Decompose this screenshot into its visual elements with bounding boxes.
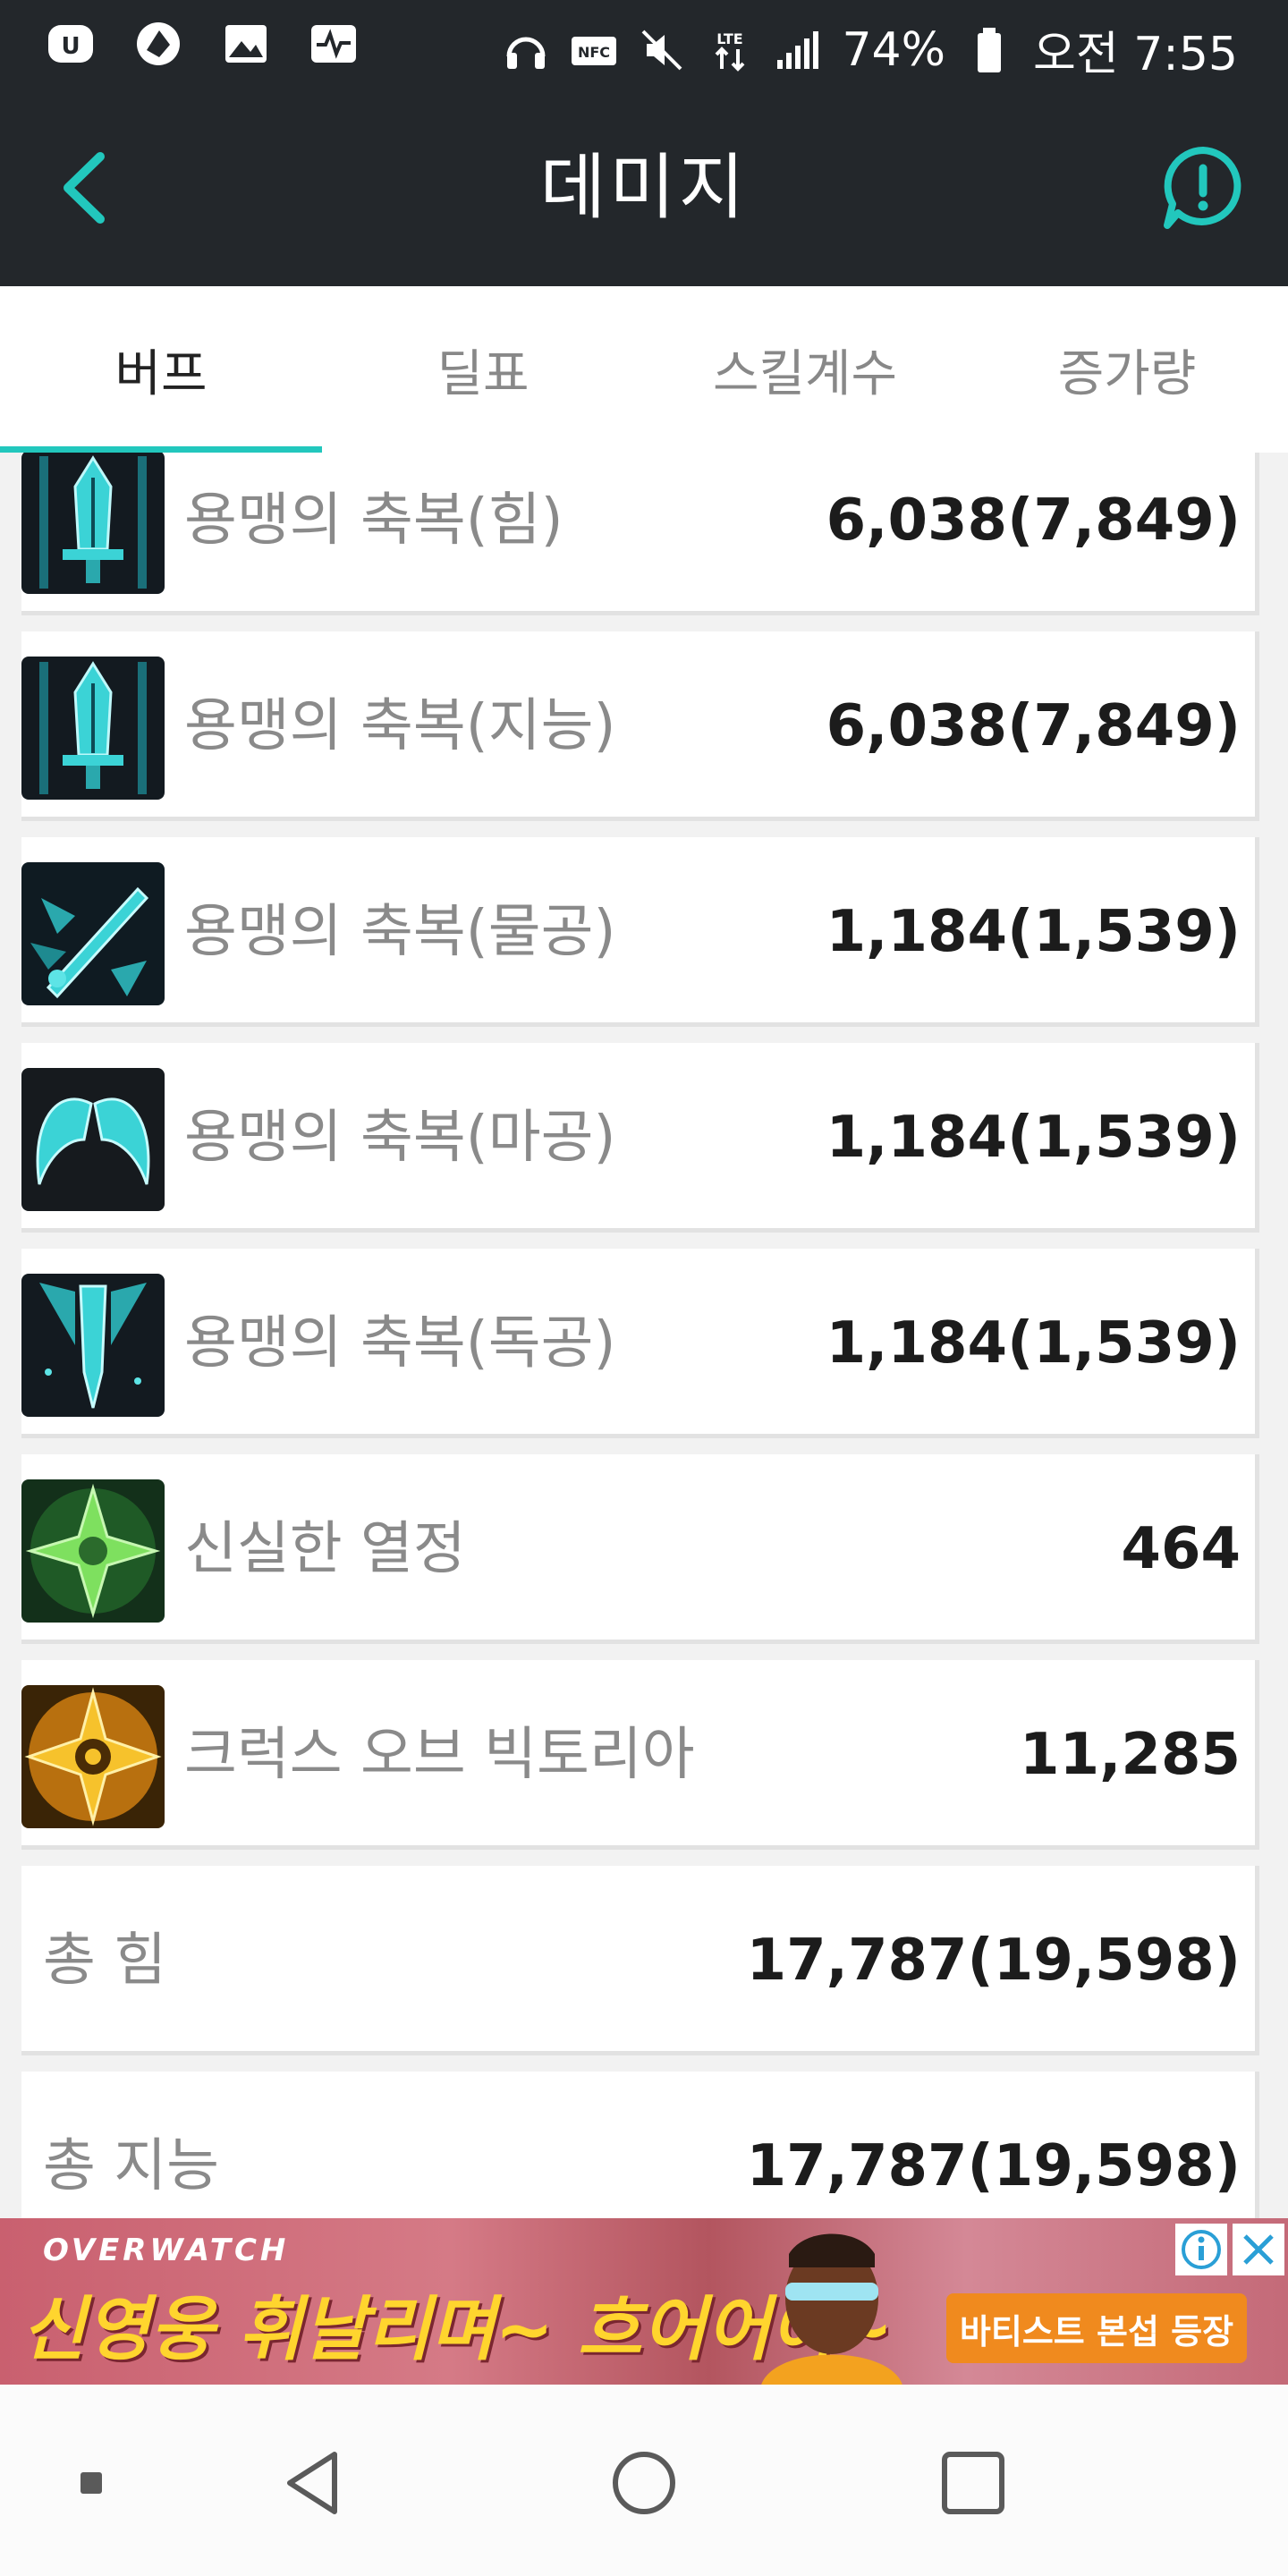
svg-text:LTE: LTE <box>717 30 743 47</box>
game-app-icon <box>132 18 184 70</box>
system-nav-bar <box>0 2385 1288 2576</box>
activity-icon <box>308 18 360 70</box>
buff-name: 용맹의 축복(마공) <box>184 1105 616 1171</box>
ad-close-icon[interactable] <box>1233 2224 1284 2275</box>
app-bar: 데미지 <box>0 89 1288 286</box>
svg-text:NFC: NFC <box>578 44 610 61</box>
status-right: NFC LTE 74% 오전 7:55 <box>502 16 1238 83</box>
status-time: 오전 7:55 <box>1033 28 1238 81</box>
total-value: 17,787(19,598) <box>746 2133 1241 2199</box>
back-triangle-icon[interactable] <box>270 2438 360 2528</box>
buff-row: 용맹의 축복(마공) 1,184(1,539) <box>21 1043 1259 1233</box>
buff-value: 464 <box>1121 1516 1241 1582</box>
gold-cross-icon <box>21 1685 165 1828</box>
recents-dot-icon[interactable] <box>47 2438 136 2528</box>
status-left-icons: U <box>45 18 360 70</box>
sword-icon <box>21 657 165 800</box>
buff-row: 신실한 열정 464 <box>21 1454 1259 1644</box>
ad-brand: OVERWATCH <box>43 2233 290 2268</box>
sword-icon <box>21 453 165 594</box>
mute-icon <box>638 26 686 74</box>
tab-buff-label: 버프 <box>114 344 208 403</box>
tab-bar: 버프 딜표 스킬계수 증가량 <box>0 286 1288 454</box>
crossed-swords-icon <box>21 862 165 1005</box>
buff-row: 용맹의 축복(독공) 1,184(1,539) <box>21 1249 1259 1438</box>
overview-square-icon[interactable] <box>928 2438 1018 2528</box>
buff-value: 1,184(1,539) <box>826 899 1241 965</box>
buff-value: 6,038(7,849) <box>826 693 1241 759</box>
ad-cta-button[interactable]: 바티스트 본섭 등장 <box>946 2293 1247 2363</box>
buff-name: 용맹의 축복(지능) <box>184 693 616 759</box>
green-cross-icon <box>21 1479 165 1623</box>
tab-damage-table-label: 딜표 <box>436 344 530 403</box>
buff-name: 크럭스 오브 빅토리아 <box>184 1722 695 1788</box>
tab-damage-table[interactable]: 딜표 <box>322 286 644 453</box>
tab-increase-label: 증가량 <box>1057 344 1197 403</box>
tab-buff[interactable]: 버프 <box>0 286 322 454</box>
tab-skill-coefficient[interactable]: 스킬계수 <box>644 286 966 453</box>
page-title: 데미지 <box>539 146 749 229</box>
buff-row: 용맹의 축복(힘) 6,038(7,849) <box>21 453 1259 615</box>
svg-text:U: U <box>61 33 80 60</box>
buff-value: 11,285 <box>1020 1722 1241 1788</box>
cloud-app-icon: U <box>45 18 97 70</box>
tab-skill-coefficient-label: 스킬계수 <box>712 344 898 403</box>
total-row: 총 힘 17,787(19,598) <box>21 1866 1259 2055</box>
buff-name: 용맹의 축복(물공) <box>184 899 616 965</box>
total-value: 17,787(19,598) <box>746 1928 1241 1994</box>
status-bar: U NFC LTE 74% 오전 7:55 <box>0 0 1288 89</box>
buff-row: 용맹의 축복(지능) 6,038(7,849) <box>21 631 1259 821</box>
home-circle-icon[interactable] <box>599 2438 689 2528</box>
buff-row: 크럭스 오브 빅토리아 11,285 <box>21 1660 1259 1850</box>
buff-value: 1,184(1,539) <box>826 1310 1241 1377</box>
headset-icon <box>502 26 550 74</box>
ad-info-icon[interactable] <box>1175 2224 1227 2275</box>
buff-list[interactable]: 용맹의 축복(힘) 6,038(7,849) 용맹의 축복(지능) 6,038(… <box>0 453 1288 2218</box>
battery-icon <box>965 26 1013 74</box>
lte-icon: LTE <box>706 26 754 74</box>
total-name: 총 지능 <box>43 2133 219 2199</box>
tab-increase[interactable]: 증가량 <box>966 286 1288 453</box>
ad-character-image <box>742 2227 921 2385</box>
signal-icon <box>774 26 822 74</box>
battery-percent: 74% <box>842 22 946 77</box>
buff-value: 1,184(1,539) <box>826 1105 1241 1171</box>
buff-value: 6,038(7,849) <box>826 487 1241 554</box>
info-button[interactable] <box>1154 139 1252 237</box>
total-name: 총 힘 <box>43 1928 167 1994</box>
ad-banner[interactable]: OVERWATCH 신영웅 휘날리며~ 흐어어어~ 바티스트 본섭 등장 <box>0 2218 1288 2385</box>
buff-name: 용맹의 축복(힘) <box>184 487 564 554</box>
nfc-icon: NFC <box>570 26 618 74</box>
wings-icon <box>21 1068 165 1211</box>
buff-name: 용맹의 축복(독공) <box>184 1310 616 1377</box>
dagger-icon <box>21 1274 165 1417</box>
buff-row: 용맹의 축복(물공) 1,184(1,539) <box>21 837 1259 1027</box>
total-row: 총 지능 17,787(19,598) <box>21 2072 1259 2218</box>
alert-bubble-icon <box>1164 147 1241 229</box>
buff-name: 신실한 열정 <box>184 1516 466 1582</box>
image-icon <box>220 18 272 70</box>
